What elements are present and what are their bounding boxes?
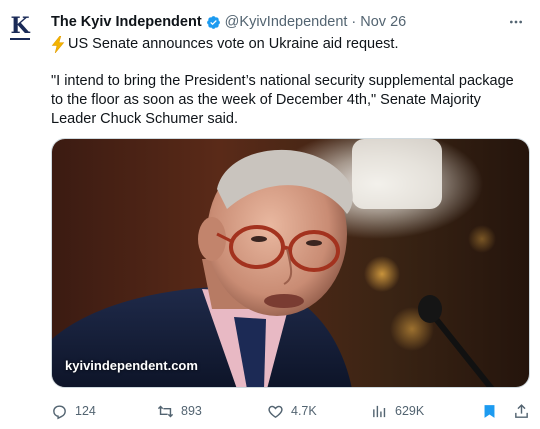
more-options-icon[interactable] — [506, 12, 526, 32]
like-button[interactable]: 4.7K — [267, 400, 317, 422]
avatar-logo-letter: K — [10, 13, 30, 39]
bookmark-button[interactable] — [481, 400, 505, 422]
tweet-actions: 124 893 4.7K 629K — [51, 400, 530, 422]
views-button[interactable]: 629K — [371, 400, 424, 422]
tweet-headline: US Senate announces vote on Ukraine aid … — [51, 34, 526, 54]
schumer-photo — [52, 139, 529, 387]
reply-button[interactable]: 124 — [51, 400, 96, 422]
tweet-image[interactable]: kyivindependent.com — [51, 138, 530, 388]
tweet-body-text: "I intend to bring the President’s natio… — [51, 73, 514, 127]
header-separator: · — [351, 14, 357, 30]
verified-badge-icon — [206, 15, 220, 29]
bookmark-icon — [484, 404, 495, 418]
like-count: 4.7K — [291, 404, 317, 418]
reply-icon — [53, 404, 66, 419]
author-handle[interactable]: @KyivIndependent — [225, 14, 348, 30]
repost-icon — [157, 405, 174, 417]
tweet-card[interactable]: K The Kyiv Independent @KyivIndependent … — [0, 0, 540, 429]
repost-button[interactable]: 893 — [157, 400, 202, 422]
lightning-icon — [51, 35, 65, 53]
avatar[interactable]: K — [6, 14, 34, 42]
reply-count: 124 — [75, 404, 96, 418]
tweet-date[interactable]: Nov 26 — [360, 14, 406, 30]
views-count: 629K — [395, 404, 425, 418]
views-chart-icon — [373, 405, 386, 417]
heart-icon — [268, 405, 283, 418]
share-icon — [515, 403, 528, 418]
headline-text: US Senate announces vote on Ukraine aid … — [68, 36, 399, 52]
image-watermark: kyivindependent.com — [65, 358, 198, 373]
avatar-logo-underline — [10, 38, 30, 40]
tweet-header: The Kyiv Independent @KyivIndependent · … — [51, 12, 526, 32]
repost-count: 893 — [181, 404, 202, 418]
share-button[interactable] — [513, 400, 537, 422]
author-name[interactable]: The Kyiv Independent — [51, 14, 202, 30]
